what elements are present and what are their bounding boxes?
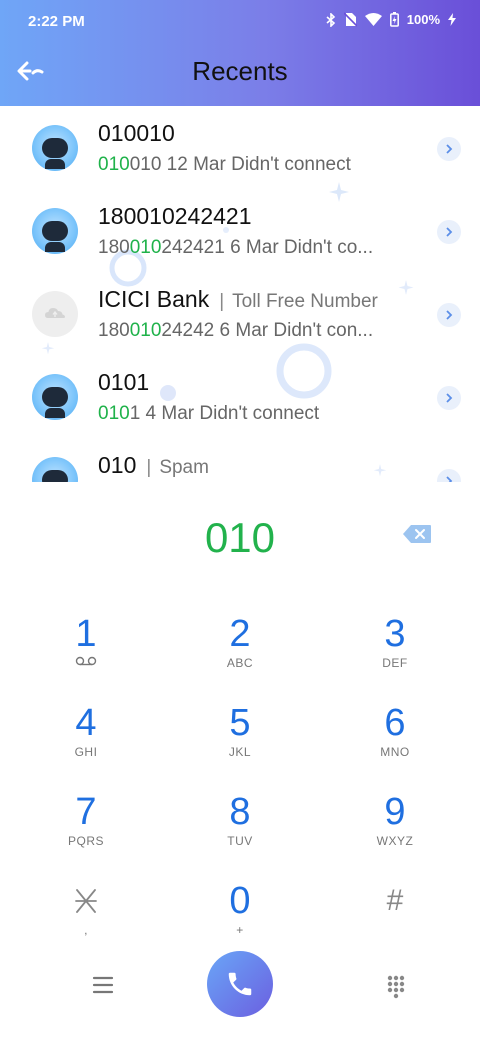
chevron-right-icon	[446, 476, 453, 482]
dialpad-toggle-button[interactable]	[380, 970, 412, 1002]
star-key-icon	[75, 889, 97, 913]
details-button[interactable]	[437, 137, 461, 161]
key-4[interactable]: 4 GHI	[26, 703, 146, 783]
page-title: Recents	[192, 56, 288, 86]
chevron-right-icon	[446, 310, 453, 320]
chevron-right-icon	[446, 393, 453, 403]
avatar	[32, 291, 78, 337]
menu-icon	[92, 976, 114, 994]
contact-name: 010 | Spam	[98, 452, 209, 478]
recent-call-row[interactable]: 010010 010010 12 Mar Didn't connect	[0, 106, 480, 189]
recent-call-row[interactable]: 180010242421 180010242421 6 Mar Didn't c…	[0, 189, 480, 272]
battery-level: 100%	[406, 12, 440, 27]
chevron-right-icon	[446, 144, 453, 154]
contact-name: 010010	[98, 120, 175, 146]
matched-digits: 010	[129, 320, 162, 341]
cloud-icon	[45, 308, 65, 318]
contact-name: ICICI Bank | Toll Free Number	[98, 286, 378, 312]
matched-digits: 010	[129, 237, 162, 258]
recent-call-row[interactable]: 010 | Spam	[0, 438, 480, 482]
bottom-bar	[0, 948, 480, 1020]
key-9[interactable]: 9 WXYZ	[335, 792, 455, 872]
avatar	[32, 457, 78, 482]
contact-name: 180010242421	[98, 203, 252, 229]
recents-list[interactable]: 010010 010010 12 Mar Didn't connect 1800…	[0, 106, 480, 482]
no-sim-icon	[343, 12, 357, 27]
backspace-button[interactable]	[402, 524, 432, 544]
app-header: 2:22 PM 100% Recents	[0, 0, 480, 106]
recent-call-row[interactable]: 0101 0101 4 Mar Didn't connect	[0, 355, 480, 438]
call-details: 010010 12 Mar Didn't connect	[98, 154, 351, 175]
bluetooth-icon	[326, 12, 336, 27]
avatar	[32, 374, 78, 420]
avatar	[32, 208, 78, 254]
details-button[interactable]	[437, 220, 461, 244]
backspace-icon	[403, 525, 431, 543]
key-8[interactable]: 8 TUV	[180, 792, 300, 872]
details-button[interactable]	[437, 386, 461, 410]
key-6[interactable]: 6 MNO	[335, 703, 455, 783]
battery-charging-icon	[389, 12, 399, 27]
call-details: 18001024242 6 Mar Didn't con...	[98, 320, 374, 341]
charging-bolt-icon	[448, 13, 456, 26]
status-bar: 2:22 PM 100%	[0, 10, 480, 32]
phone-icon	[228, 972, 252, 996]
contact-tag: Spam	[159, 457, 209, 478]
key-3[interactable]: 3 DEF	[335, 614, 455, 694]
voicemail-icon	[75, 656, 97, 666]
matched-digits: 010	[98, 403, 130, 424]
call-details: 180010242421 6 Mar Didn't co...	[98, 237, 374, 258]
details-button[interactable]	[437, 469, 461, 482]
wifi-icon	[364, 13, 382, 26]
menu-button[interactable]	[86, 972, 120, 998]
call-button[interactable]	[207, 951, 273, 1017]
key-5[interactable]: 5 JKL	[180, 703, 300, 783]
call-details: 0101 4 Mar Didn't connect	[98, 403, 320, 424]
key-2[interactable]: 2 ABC	[180, 614, 300, 694]
avatar	[32, 125, 78, 171]
details-button[interactable]	[437, 303, 461, 327]
chevron-right-icon	[446, 227, 453, 237]
key-1[interactable]: 1	[26, 614, 146, 694]
status-icons: 100%	[326, 12, 456, 27]
matched-digits: 010	[98, 154, 130, 175]
dialpad-icon	[387, 975, 405, 999]
dial-display: 010	[0, 510, 480, 570]
recent-call-row[interactable]: ICICI Bank | Toll Free Number 18001024242 …	[0, 272, 480, 355]
status-time: 2:22 PM	[28, 13, 85, 30]
contact-tag: Toll Free Number	[232, 291, 378, 312]
contact-name: 0101	[98, 369, 150, 395]
key-7[interactable]: 7 PQRS	[26, 792, 146, 872]
